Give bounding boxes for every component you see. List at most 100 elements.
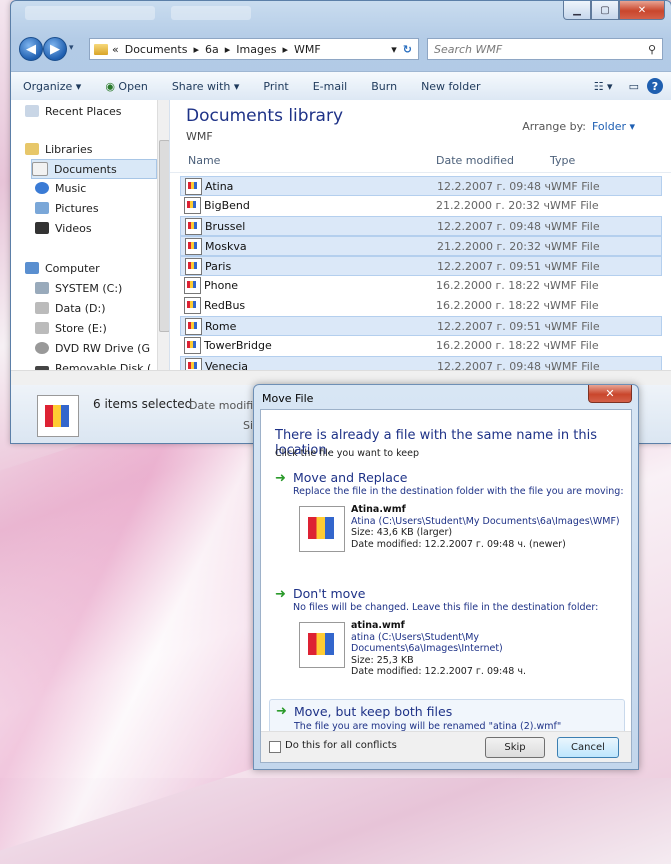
file-name: Rome [205, 319, 237, 333]
open-button[interactable]: ◉ Open [93, 80, 160, 93]
option-title: Move, but keep both files [294, 704, 453, 719]
videos-icon [35, 222, 49, 234]
file-type: WMF File [550, 278, 599, 292]
dont-move-option[interactable]: ➜ Don't move No files will be changed. L… [275, 586, 621, 696]
nav-system-c[interactable]: SYSTEM (C:) [35, 279, 122, 297]
file-row[interactable]: Rome 12.2.2007 г. 09:51 ч. WMF File [180, 316, 662, 336]
file-name: BigBend [204, 198, 250, 212]
music-icon [35, 182, 49, 194]
breadcrumb-separator[interactable]: ▸ [225, 43, 231, 56]
scrollbar-thumb[interactable] [159, 140, 169, 332]
move-and-replace-option[interactable]: ➜ Move and Replace Replace the file in t… [275, 470, 624, 580]
burn-button[interactable]: Burn [359, 80, 409, 93]
nav-dvd-drive[interactable]: DVD RW Drive (G [35, 339, 150, 357]
green-arrow-icon: ➜ [275, 471, 286, 486]
file-date-modified: 12.2.2007 г. 09:51 ч. [437, 319, 555, 333]
file-info: Atina.wmf Atina (C:\Users\Student\My Doc… [351, 504, 620, 550]
nav-pictures[interactable]: Pictures [35, 199, 99, 217]
organize-button[interactable]: Organize ▾ [11, 80, 93, 93]
email-button[interactable]: E-mail [301, 80, 360, 93]
arrange-value[interactable]: Folder ▾ [592, 120, 635, 133]
nav-label: Music [55, 181, 87, 195]
file-name: TowerBridge [204, 338, 272, 352]
nav-removable-disk[interactable]: Removable Disk ( [35, 359, 151, 370]
option-desc: No files will be changed. Leave this fil… [293, 602, 599, 613]
breadcrumb-6a[interactable]: 6a [205, 43, 219, 56]
file-row[interactable]: Atina 12.2.2007 г. 09:48 ч. WMF File [180, 176, 662, 196]
file-date: Date modified: 12.2.2007 г. 09:48 ч. (ne… [351, 538, 566, 550]
nav-recent-places[interactable]: Recent Places [25, 102, 122, 120]
maximize-button[interactable]: ▢ [591, 1, 619, 20]
column-name[interactable]: Name [188, 154, 220, 167]
file-row[interactable]: Phone 16.2.2000 г. 18:22 ч. WMF File [180, 276, 660, 294]
minimize-button[interactable]: ▁ [563, 1, 591, 20]
recent-pages-dropdown[interactable]: ▾ [69, 43, 74, 53]
column-type[interactable]: Type [550, 154, 575, 167]
all-conflicts-checkbox[interactable] [269, 741, 281, 753]
navigation-pane: Recent Places Libraries Documents Music … [11, 100, 170, 370]
refresh-icon[interactable]: ↻ [403, 43, 412, 56]
print-button[interactable]: Print [251, 80, 300, 93]
breadcrumb-separator[interactable]: ▸ [193, 43, 199, 56]
nav-videos[interactable]: Videos [35, 219, 92, 237]
wallpaper-swoosh [0, 376, 290, 864]
nav-documents[interactable]: Documents [31, 159, 157, 179]
address-bar[interactable]: « Documents ▸ 6a ▸ Images ▸ WMF ▾ ↻ [89, 38, 419, 60]
library-subtitle: WMF [186, 130, 213, 143]
arrange-by[interactable]: Arrange by: Folder ▾ [522, 120, 635, 133]
forward-button[interactable]: ▶ [43, 37, 67, 61]
nav-label: Documents [54, 162, 117, 176]
skip-button[interactable]: Skip [485, 737, 545, 758]
search-input[interactable]: Search WMF ⚲ [427, 38, 663, 60]
dialog-close-button[interactable]: ✕ [588, 385, 632, 403]
breadcrumb-documents[interactable]: Documents [125, 43, 188, 56]
search-icon[interactable]: ⚲ [648, 43, 656, 56]
file-row[interactable]: Paris 12.2.2007 г. 09:51 ч. WMF File [180, 256, 662, 276]
share-with-button[interactable]: Share with ▾ [160, 80, 252, 93]
nav-scrollbar[interactable] [157, 100, 169, 370]
file-date-modified: 12.2.2007 г. 09:48 ч. [437, 219, 555, 233]
all-conflicts-label[interactable]: Do this for all conflicts [285, 740, 397, 751]
file-list-pane: Documents library WMF Arrange by: Folder … [170, 100, 671, 376]
library-title: Documents library [186, 106, 344, 126]
content-area: Recent Places Libraries Documents Music … [11, 100, 671, 376]
file-row[interactable]: Moskva 21.2.2000 г. 20:32 ч. WMF File [180, 236, 662, 256]
title-bar: ▁ ▢ ✕ [11, 1, 671, 29]
file-type: WMF File [550, 298, 599, 312]
breadcrumb-wmf[interactable]: WMF [294, 43, 321, 56]
file-row[interactable]: RedBus 16.2.2000 г. 18:22 ч. WMF File [180, 296, 660, 314]
file-row[interactable]: Brussel 12.2.2007 г. 09:48 ч. WMF File [180, 216, 662, 236]
file-type: WMF File [551, 259, 600, 273]
file-type: WMF File [550, 198, 599, 212]
address-dropdown-icon[interactable]: ▾ [391, 43, 397, 56]
file-date-modified: 21.2.2000 г. 20:32 ч. [437, 239, 555, 253]
breadcrumb-overflow[interactable]: « [112, 43, 119, 56]
nav-libraries[interactable]: Libraries [25, 140, 93, 158]
wmf-file-icon [184, 337, 201, 354]
column-date-modified[interactable]: Date modified [436, 154, 514, 167]
nav-store-e[interactable]: Store (E:) [35, 319, 107, 337]
cancel-button[interactable]: Cancel [557, 737, 619, 758]
file-row[interactable]: TowerBridge 16.2.2000 г. 18:22 ч. WMF File [180, 336, 660, 354]
drive-icon [35, 302, 49, 314]
file-date: Date modified: 12.2.2007 г. 09:48 ч. [351, 666, 526, 677]
explorer-window: ▁ ▢ ✕ ◀ ▶ ▾ « Documents ▸ 6a ▸ Images ▸ … [10, 0, 671, 444]
nav-data-d[interactable]: Data (D:) [35, 299, 106, 317]
breadcrumb-separator[interactable]: ▸ [282, 43, 288, 56]
file-date-modified: 12.2.2007 г. 09:51 ч. [437, 259, 555, 273]
preview-pane-icon[interactable]: ▭ [621, 80, 647, 93]
horizontal-scrollbar[interactable] [11, 370, 671, 385]
nav-music[interactable]: Music [35, 179, 86, 197]
close-button[interactable]: ✕ [619, 1, 665, 20]
back-button[interactable]: ◀ [19, 37, 43, 61]
new-folder-button[interactable]: New folder [409, 80, 492, 93]
wmf-file-icon [299, 506, 345, 552]
file-path: atina (C:\Users\Student\My Documents\6a\… [351, 631, 503, 655]
wmf-file-icon [185, 258, 202, 275]
file-row[interactable]: BigBend 21.2.2000 г. 20:32 ч. WMF File [180, 196, 660, 214]
help-icon[interactable]: ? [647, 78, 663, 94]
wmf-file-icon [37, 395, 79, 437]
nav-computer[interactable]: Computer [25, 259, 100, 277]
view-options-icon[interactable]: ☷ ▾ [586, 80, 621, 93]
breadcrumb-images[interactable]: Images [236, 43, 276, 56]
